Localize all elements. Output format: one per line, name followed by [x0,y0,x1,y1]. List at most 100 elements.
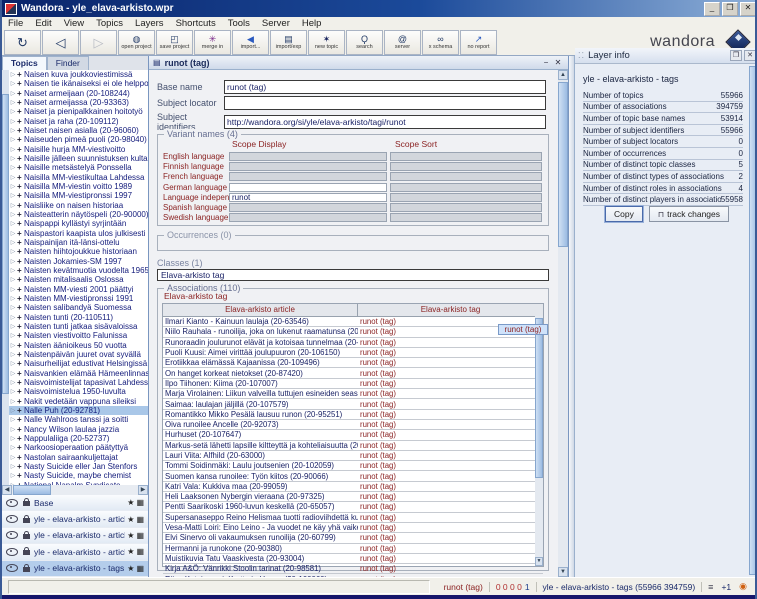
variant-display-cell[interactable] [229,183,387,192]
tree-item[interactable]: ▷ + Nastolan sairaankuljettajat [9,452,148,461]
association-tag[interactable]: runot (tag) [358,564,543,573]
expand-icon[interactable]: ▷ [9,342,17,349]
association-row[interactable]: Pentti Saarikoski 1960-luvun keskellä (2… [163,502,543,512]
expand-icon[interactable]: ▷ [9,239,17,246]
variant-language-label[interactable]: Finnish language [158,162,229,171]
expand-icon[interactable]: ▷ [9,398,17,405]
toolbar-button[interactable]: ▷ [80,30,117,55]
scroll-right-icon[interactable]: ▶ [138,485,148,495]
visibility-eye-icon[interactable] [6,548,18,556]
association-row[interactable]: Hermanni ja runokone (20-90380) runot (t… [163,544,543,554]
expand-icon[interactable]: ▷ [9,435,17,442]
association-tag[interactable]: runot (tag) [358,502,543,511]
tree-item[interactable]: ▷ + Naisilla MM-viestikultaa Lahdessa [9,173,148,182]
tree-item[interactable]: ▷ + Naisilla MM-viestipronssi 1997 [9,191,148,200]
association-tag[interactable]: runot (tag) [358,348,543,357]
association-tag[interactable]: runot (tag) [358,338,543,347]
association-tag[interactable]: runot (tag) [358,461,543,470]
tree-item[interactable]: ▷ + Naisten tunti (20-110511) [9,313,148,322]
tree-item[interactable]: ▷ + Naiseuden pimeä puoli (20-98040) [9,135,148,144]
variant-sort-cell[interactable] [390,162,542,171]
variant-display-cell[interactable] [229,172,387,181]
subject-identifiers-field[interactable]: http://wandora.org/si/yle/elava-arkisto/… [224,115,546,129]
layer-row[interactable]: yle - elava-arkisto - article ★ ▦ [2,544,148,560]
visibility-eye-icon[interactable] [6,515,18,523]
association-article[interactable]: Ilmari Kianto - Kainuun laulaja (20-6354… [163,317,358,326]
association-article[interactable]: Kirja A&Ö: Vänrikki Stoolin tarinat (20-… [163,564,358,573]
expand-icon[interactable]: ▷ [9,407,17,414]
expand-icon[interactable]: ▷ [9,444,17,451]
menu-item[interactable]: Topics [90,18,129,29]
toolbar-button[interactable]: Ϙ search [346,30,383,55]
scroll-down-icon[interactable]: ▼ [535,557,543,566]
expand-icon[interactable]: ▷ [9,136,17,143]
lock-icon[interactable] [23,501,30,506]
association-row[interactable]: Marja Virolainen: Liikun valveilla tuttu… [163,389,543,399]
association-article[interactable]: Vesa-Matti Loiri: Eino Leino - Ja vuodet… [163,523,358,532]
track-changes-button[interactable]: ⊓track changes [649,206,729,222]
topic-panel-header[interactable]: ▤ runot (tag) − ✕ [149,56,568,70]
tree-item[interactable]: ▷ + Naispappi kyllästyi syrjintään [9,219,148,228]
association-article[interactable]: Hurhuset (20-107647) [163,430,358,439]
tree-item[interactable]: ▷ + Naisvoimistelua 1950-luvulta [9,387,148,396]
tree-item[interactable]: ▷ + Naisille metsästelyä Ponssella [9,163,148,172]
variant-sort-cell[interactable] [390,152,542,161]
lock-icon[interactable] [23,534,30,539]
variant-display-cell[interactable] [229,213,387,222]
expand-icon[interactable]: ▷ [9,463,17,470]
association-article[interactable]: Katri Vala: Kukkiva maa (20-99059) [163,482,358,491]
association-article[interactable]: Supersanaseppo Reino Helismaa tuotti rad… [163,513,358,522]
association-row[interactable]: Kirja A&Ö: Vänrikki Stoolin tarinat (20-… [163,564,543,574]
association-article[interactable]: Pentti Saarikoski 1960-luvun keskellä (2… [163,502,358,511]
association-article[interactable]: Saimaa: laulajan jäljillä (20-107579) [163,400,358,409]
expand-icon[interactable]: ▷ [9,118,17,125]
association-row[interactable]: Suomen kansa runoilee: Työn kiitos (20-9… [163,471,543,481]
expand-icon[interactable]: ▷ [9,80,17,87]
tree-item[interactable]: ▷ + Narkoosioperaation päätyttyä [9,443,148,452]
tree-item[interactable]: ▷ + Nalle Wahlroos tanssi ja soitti [9,415,148,424]
association-article[interactable]: Heli Laaksonen Nybergin vieraana (20-973… [163,492,358,501]
scroll-thumb[interactable] [2,94,9,394]
scroll-thumb[interactable] [535,318,543,478]
association-row[interactable]: Oiva runoilee Ancelle (20-92073) runot (… [163,420,543,430]
menu-item[interactable]: Layers [129,18,170,29]
toolbar-button[interactable]: ✳ merge in [194,30,231,55]
expand-icon[interactable]: ▷ [9,267,17,274]
scroll-down-icon[interactable]: ▼ [558,567,568,577]
variant-sort-cell[interactable] [390,203,542,212]
association-tag[interactable]: runot (tag) [358,513,543,522]
tree-item[interactable]: ▷ + Naiset naisen asialla (20-96060) [9,126,148,135]
expand-icon[interactable]: ▷ [9,276,17,283]
maximize-button[interactable]: ❒ [722,2,738,16]
toolbar-button[interactable]: ↗ no report [460,30,497,55]
tree-item[interactable]: ▷ + Naisten salibandyä Suomessa [9,303,148,312]
association-article[interactable]: Lauri Viita: Alfhild (20-63000) [163,451,358,460]
association-tag[interactable]: runot (tag) [358,554,543,563]
layer-row[interactable]: Base ★ ▦ [2,495,148,511]
tree-item[interactable]: ▷ + Naisten mitalisaalis Oslossa [9,275,148,284]
association-tag[interactable]: runot (tag) [358,544,543,553]
tree-item[interactable]: ▷ + Naisen kuva joukkoviestimissä [9,70,148,79]
variant-language-label[interactable]: Language independent [158,193,229,202]
tree-item[interactable]: ▷ + Naisten kevätmuotia vuodelta 1965 [9,266,148,275]
title-bar[interactable]: Wandora - yle_elava-arkisto.wpr _ ❒ ✕ [2,0,757,17]
scroll-thumb[interactable] [749,66,757,575]
tree-item[interactable]: ▷ + Naisten MM-viestipronssi 1991 [9,294,148,303]
expand-icon[interactable]: ▷ [9,71,17,78]
tree-item[interactable]: ▷ + Nalle Puh (20-92781) [9,406,148,415]
expand-icon[interactable]: ▷ [9,379,17,386]
variant-language-label[interactable]: French language [158,172,229,181]
expand-icon[interactable]: ▷ [9,295,17,302]
tree-item[interactable]: ▷ + Naisliike on naisen historiaa [9,201,148,210]
association-tag[interactable]: runot (tag) [358,369,543,378]
scroll-left-icon[interactable]: ◀ [2,485,12,495]
panel-close-icon[interactable]: ✕ [744,50,756,61]
association-article[interactable]: Erotiikkaa elämässä Kajaanissa (20-10949… [163,358,358,367]
tree-item[interactable]: ▷ + Nappulaliiga (20-52737) [9,434,148,443]
association-article[interactable]: Runoraadin joulurunot elävät ja kotoisaa… [163,338,358,347]
association-tag[interactable]: runot (tag) [358,358,543,367]
association-article[interactable]: Ilpo Tiihonen: Kiima (20-107007) [163,379,358,388]
expand-icon[interactable]: ▷ [9,370,17,377]
association-row[interactable]: Romantikko Mikko Pesälä lausuu runon (20… [163,410,543,420]
expand-icon[interactable]: ▷ [9,220,17,227]
